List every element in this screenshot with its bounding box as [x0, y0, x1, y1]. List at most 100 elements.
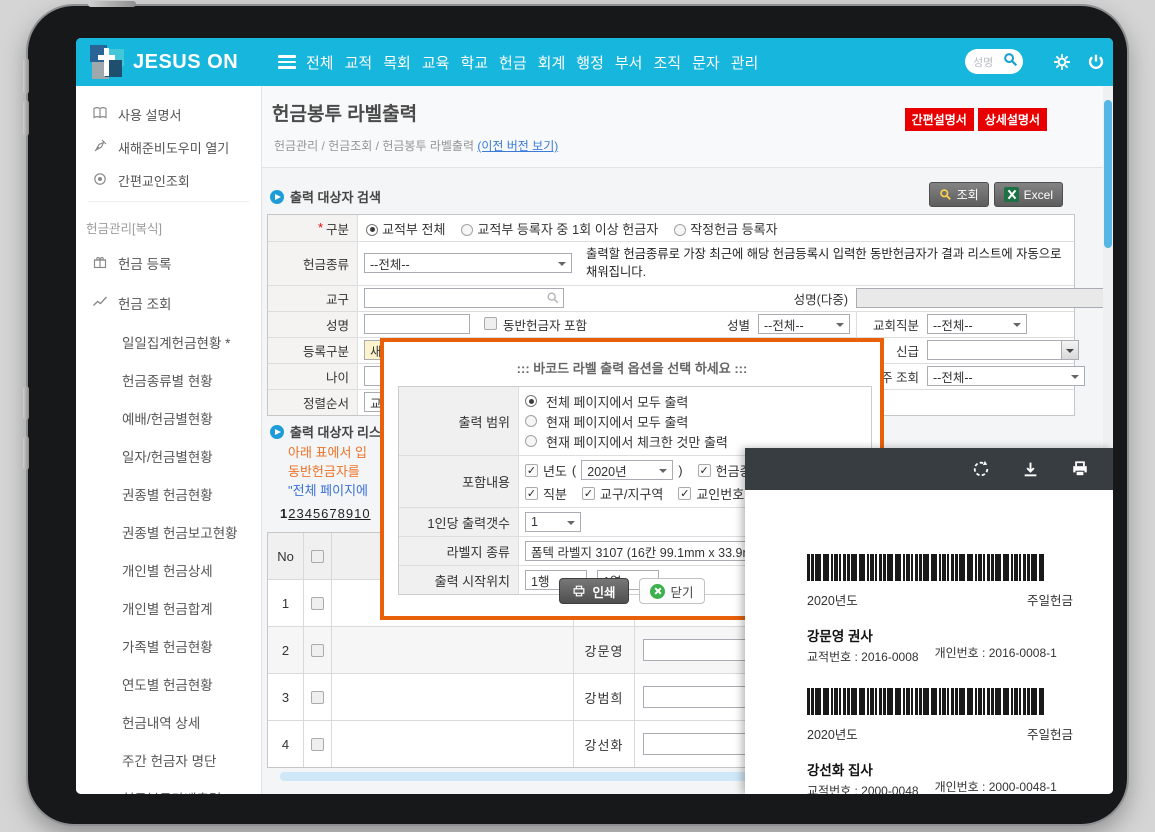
- sidebar-item-newyear-helper[interactable]: 새해준비도우미 열기: [76, 131, 261, 164]
- radio-registry-donors[interactable]: 교적부 등록자 중 1회 이상 헌금자: [461, 219, 658, 238]
- companion-donor-checkbox[interactable]: [484, 317, 497, 331]
- page-8-link[interactable]: 8: [338, 506, 346, 521]
- sidebar-subitem-personal-total[interactable]: 개인별 헌금합계: [76, 589, 261, 627]
- offering-type-select[interactable]: --전체--: [364, 253, 572, 273]
- tablet-volume-down-button: [23, 100, 29, 136]
- year-select[interactable]: 2020년: [581, 460, 673, 480]
- close-icon: [650, 584, 665, 599]
- page-10-link[interactable]: 10: [354, 506, 370, 521]
- member-number-checkbox[interactable]: ✓: [678, 487, 691, 500]
- radio-print-current-page[interactable]: 현재 페이지에서 모두 출력: [525, 411, 865, 431]
- name-input[interactable]: [364, 314, 470, 334]
- field-label-church-position: 교회직분: [857, 315, 927, 334]
- quick-manual-button[interactable]: 간편설명서: [905, 108, 974, 131]
- ju-lookup-select[interactable]: --전체--: [927, 366, 1085, 386]
- sidebar-subitem-by-date[interactable]: 일자/헌금별현황: [76, 437, 261, 475]
- select-all-checkbox[interactable]: [311, 550, 324, 563]
- nav-item-organization[interactable]: 조직: [653, 52, 681, 73]
- sidebar-item-offering-register[interactable]: 헌금 등록: [76, 243, 261, 283]
- row-checkbox[interactable]: [311, 738, 324, 751]
- singeup-combo[interactable]: [927, 340, 1079, 360]
- radio-registry-all[interactable]: 교적부 전체: [366, 219, 445, 238]
- page-4-link[interactable]: 4: [305, 506, 313, 521]
- app-logo[interactable]: JESUS ON: [90, 45, 238, 79]
- print-button[interactable]: 인쇄: [559, 578, 628, 604]
- header-search-input[interactable]: 성명: [965, 49, 1023, 74]
- sidebar-subitem-personal-detail[interactable]: 개인별 헌금상세: [76, 551, 261, 589]
- gender-select[interactable]: --전체--: [758, 314, 850, 334]
- sidebar-subitem-weekly-donors[interactable]: 주간 헌금자 명단: [76, 741, 261, 779]
- nav-item-education[interactable]: 교육: [422, 52, 450, 73]
- sidebar-item-quick-member-search[interactable]: 간편교인조회: [76, 164, 261, 197]
- sidebar-section-label: 헌금관리[복식]: [76, 202, 261, 243]
- nav-item-admin[interactable]: 행정: [576, 52, 604, 73]
- sidebar-item-manual[interactable]: 사용 설명서: [76, 98, 261, 131]
- print-preview-panel: 2020년도 주일헌금 강문영 권사 교적번호 : 2016-0008 개인번호…: [745, 448, 1113, 794]
- sidebar-item-offering-search[interactable]: 헌금 조회: [76, 283, 261, 323]
- nav-item-ministry[interactable]: 목회: [383, 52, 411, 73]
- search-button[interactable]: 조회: [929, 182, 989, 207]
- row-name: 강문영: [574, 627, 635, 673]
- barcode: [807, 554, 1044, 581]
- nav-item-department[interactable]: 부서: [615, 52, 643, 73]
- multi-name-input[interactable]: [856, 288, 1113, 308]
- copies-select[interactable]: 1: [525, 512, 581, 532]
- field-label-offering-type: 헌금종류: [268, 242, 358, 285]
- sidebar: 사용 설명서 새해준비도우미 열기 간편교인조회 헌금관리[복식] 헌금 등록 …: [76, 86, 262, 794]
- sidebar-subitem-by-offering-type[interactable]: 헌금종류별 현황: [76, 361, 261, 399]
- vertical-scrollbar-thumb[interactable]: [1104, 100, 1112, 248]
- close-button[interactable]: 닫기: [639, 578, 705, 604]
- sidebar-subitem-history-detail[interactable]: 헌금내역 상세: [76, 703, 261, 741]
- nav-item-sms[interactable]: 문자: [692, 52, 720, 73]
- nav-item-management[interactable]: 관리: [731, 52, 759, 73]
- label-year: 2020년도: [807, 724, 858, 743]
- row-checkbox[interactable]: [311, 597, 324, 610]
- modal-label-copies: 1인당 출력갯수: [399, 508, 519, 536]
- rotate-icon[interactable]: [972, 460, 990, 478]
- sidebar-subitem-envelope-label[interactable]: 헌금봉투라벨출력: [76, 779, 261, 794]
- print-icon[interactable]: [1071, 460, 1089, 478]
- search-icon[interactable]: [1003, 52, 1018, 72]
- nav-item-school[interactable]: 학교: [460, 52, 488, 73]
- app-screen: JESUS ON 전체 교적 목회 교육 학교 헌금 회계 행정 부서 조직 문…: [76, 38, 1113, 794]
- district-input[interactable]: [364, 288, 564, 308]
- radio-pledge-registrants[interactable]: 작정헌금 등록자: [674, 219, 777, 238]
- page-5-link[interactable]: 5: [313, 506, 321, 521]
- nav-item-all[interactable]: 전체: [306, 52, 334, 73]
- sidebar-subitem-denomination-report[interactable]: 권종별 헌금보고현황: [76, 513, 261, 551]
- excel-button[interactable]: Excel: [994, 182, 1063, 207]
- year-checkbox[interactable]: ✓: [525, 464, 538, 477]
- page-3-link[interactable]: 3: [296, 506, 304, 521]
- sidebar-subitem-family[interactable]: 가족별 헌금현황: [76, 627, 261, 665]
- settings-gear-icon[interactable]: [1053, 53, 1071, 76]
- page-1-current[interactable]: 1: [280, 506, 288, 521]
- page-7-link[interactable]: 7: [329, 506, 337, 521]
- combo-dropdown-button[interactable]: [1061, 341, 1078, 359]
- detail-manual-button[interactable]: 상세설명서: [978, 108, 1047, 131]
- offering-type-checkbox[interactable]: ✓: [698, 464, 711, 477]
- hamburger-menu-icon[interactable]: [278, 55, 296, 72]
- church-position-select[interactable]: --전체--: [927, 314, 1027, 334]
- district-zone-checkbox[interactable]: ✓: [582, 487, 595, 500]
- download-icon[interactable]: [1022, 461, 1039, 478]
- previous-version-link[interactable]: (이전 버전 보기): [477, 139, 558, 153]
- nav-item-registry[interactable]: 교적: [345, 52, 373, 73]
- tablet-side-button: [23, 386, 29, 420]
- sidebar-subitem-by-denomination[interactable]: 권종별 헌금현황: [76, 475, 261, 513]
- position-checkbox[interactable]: ✓: [525, 487, 538, 500]
- power-icon[interactable]: [1087, 53, 1105, 76]
- radio-print-all-pages[interactable]: 전체 페이지에서 모두 출력: [525, 391, 865, 411]
- label-personal-number: 개인번호 : 2016-0008-1: [935, 644, 1057, 661]
- app-logo-text: JESUS ON: [133, 51, 238, 74]
- sidebar-subitem-yearly[interactable]: 연도별 헌금현황: [76, 665, 261, 703]
- sidebar-subitem-by-worship[interactable]: 예배/헌금별현황: [76, 399, 261, 437]
- nav-item-offering[interactable]: 헌금: [499, 52, 527, 73]
- page-title: 헌금봉투 라벨출력: [272, 99, 417, 126]
- nav-item-accounting[interactable]: 회계: [538, 52, 566, 73]
- sidebar-subitem-daily-summary[interactable]: 일일집계헌금현황 *: [76, 323, 261, 361]
- row-checkbox[interactable]: [311, 691, 324, 704]
- tablet-power-button: [88, 1, 136, 7]
- row-checkbox[interactable]: [311, 644, 324, 657]
- page-9-link[interactable]: 9: [346, 506, 354, 521]
- modal-label-paper-type: 라벨지 종류: [399, 537, 519, 565]
